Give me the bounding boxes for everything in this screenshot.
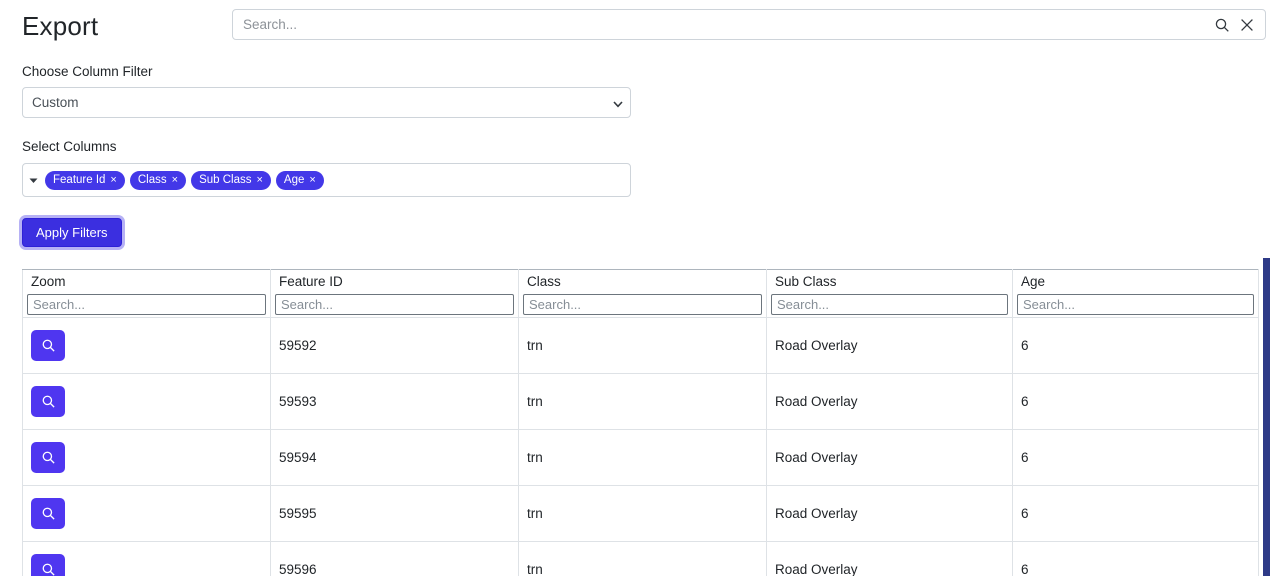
filter-cell-zoom <box>22 292 271 318</box>
table-header-row: Zoom Feature ID Class Sub Class Age <box>22 269 1259 293</box>
cell-sub-class: Road Overlay <box>766 317 1013 374</box>
cell-class: trn <box>518 485 767 542</box>
close-icon[interactable] <box>1238 16 1256 34</box>
page-header: Export <box>0 0 1284 50</box>
chip-remove-icon[interactable]: × <box>110 174 116 186</box>
column-header-feature-id[interactable]: Feature ID <box>270 269 519 293</box>
column-chip[interactable]: Age × <box>275 170 324 190</box>
chip-remove-icon[interactable]: × <box>256 174 262 186</box>
cell-sub-class: Road Overlay <box>766 429 1013 486</box>
cell-age: 6 <box>1012 541 1259 576</box>
column-chip[interactable]: Sub Class × <box>191 170 271 190</box>
cell-sub-class: Road Overlay <box>766 373 1013 430</box>
cell-sub-class: Road Overlay <box>766 541 1013 576</box>
zoom-cell <box>22 429 271 486</box>
column-filter-label: Choose Column Filter <box>22 64 153 79</box>
cell-feature-id: 59596 <box>270 541 519 576</box>
filter-cell-age <box>1012 292 1259 318</box>
chip-label: Class <box>137 173 167 186</box>
column-header-class[interactable]: Class <box>518 269 767 293</box>
export-page: Export Choose Column Filter Custom <box>0 0 1284 576</box>
cell-age: 6 <box>1012 429 1259 486</box>
filter-input-zoom[interactable] <box>27 294 266 316</box>
zoom-to-feature-button[interactable] <box>31 386 65 417</box>
table-row: 59592 trn Road Overlay 6 <box>22 317 1259 374</box>
filter-input-feature-id[interactable] <box>275 294 514 316</box>
column-header-sub-class[interactable]: Sub Class <box>766 269 1013 293</box>
results-table: Zoom Feature ID Class Sub Class Age Sear… <box>22 269 1259 576</box>
table-row: 59595 trn Road Overlay 6 <box>22 485 1259 542</box>
cell-age: 6 <box>1012 317 1259 374</box>
column-filter-select[interactable]: Custom <box>22 87 631 118</box>
column-chip[interactable]: Class × <box>129 170 187 190</box>
zoom-to-feature-button[interactable] <box>31 330 65 361</box>
cell-feature-id: 59593 <box>270 373 519 430</box>
cell-age: 6 <box>1012 373 1259 430</box>
cell-sub-class: Road Overlay <box>766 485 1013 542</box>
zoom-to-feature-button[interactable] <box>31 442 65 473</box>
column-chip[interactable]: Feature Id × <box>45 170 125 190</box>
cell-class: trn <box>518 373 767 430</box>
vertical-scrollbar[interactable] <box>1263 258 1270 576</box>
chip-remove-icon[interactable]: × <box>172 174 178 186</box>
caret-down-icon[interactable] <box>28 175 38 185</box>
search-input[interactable] <box>233 10 1213 39</box>
table-row: 59596 trn Road Overlay 6 <box>22 541 1259 576</box>
chip-label: Age <box>283 173 305 186</box>
cell-feature-id: 59595 <box>270 485 519 542</box>
table-body: 59592 trn Road Overlay 6 59593 trn Road … <box>22 317 1259 576</box>
filter-cell-feature-id <box>270 292 519 318</box>
column-header-zoom[interactable]: Zoom <box>22 269 271 293</box>
cell-age: 6 <box>1012 485 1259 542</box>
zoom-cell <box>22 485 271 542</box>
cell-feature-id: 59592 <box>270 317 519 374</box>
column-header-age[interactable]: Age <box>1012 269 1259 293</box>
search-icon[interactable] <box>1213 16 1231 34</box>
select-columns-field[interactable]: Feature Id × Class × Sub Class × Age × <box>22 163 631 197</box>
cell-class: trn <box>518 429 767 486</box>
table-row: 59594 trn Road Overlay 6 <box>22 429 1259 486</box>
search-actions <box>1213 16 1265 34</box>
table-row: 59593 trn Road Overlay 6 <box>22 373 1259 430</box>
chip-label: Sub Class <box>199 173 252 186</box>
filter-input-class[interactable] <box>523 294 762 316</box>
zoom-cell <box>22 373 271 430</box>
select-columns-label: Select Columns <box>22 139 117 154</box>
table-filter-row <box>22 292 1259 318</box>
zoom-to-feature-button[interactable] <box>31 554 65 576</box>
cell-class: trn <box>518 317 767 374</box>
results-table-container: Zoom Feature ID Class Sub Class Age Sear… <box>22 269 1262 576</box>
cell-class: trn <box>518 541 767 576</box>
chip-label: Feature Id <box>53 173 106 186</box>
zoom-cell <box>22 317 271 374</box>
zoom-to-feature-button[interactable] <box>31 498 65 529</box>
filter-input-sub-class[interactable] <box>771 294 1008 316</box>
zoom-cell <box>22 541 271 576</box>
apply-filters-button[interactable]: Apply Filters <box>22 218 122 247</box>
filter-input-age[interactable] <box>1017 294 1254 316</box>
filter-cell-class <box>518 292 767 318</box>
page-title: Export <box>22 11 99 41</box>
chip-remove-icon[interactable]: × <box>309 174 315 186</box>
global-search[interactable] <box>232 9 1266 40</box>
filter-cell-sub-class <box>766 292 1013 318</box>
cell-feature-id: 59594 <box>270 429 519 486</box>
